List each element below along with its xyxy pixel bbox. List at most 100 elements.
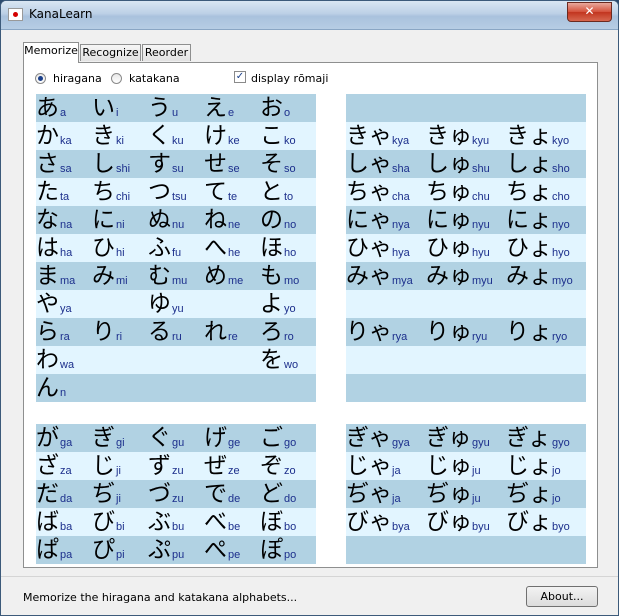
kana-cell: びょ byo [506, 508, 586, 536]
romaji-label: ya [60, 303, 72, 315]
kana-cell: ば ba [36, 508, 92, 536]
kana-cell: ぺ pe [204, 536, 260, 564]
romaji-label: zo [284, 465, 296, 477]
kana-cell: ぐ gu [148, 424, 204, 452]
app-window: KanaLearn ✕ Memorize Recognize Reorder h… [0, 0, 619, 616]
kana-cell: しゃ sha [346, 150, 426, 178]
romaji-label: pi [116, 549, 125, 561]
kana-character: う [148, 95, 171, 121]
romaji-label: mo [284, 275, 300, 287]
romaji-label: ru [172, 331, 182, 343]
kana-cell: が ga [36, 424, 92, 452]
kana-cell: うu [148, 94, 204, 122]
kana-row [346, 374, 586, 402]
romaji-label: i [116, 107, 119, 119]
kana-cell: ぢゃ ja [346, 480, 426, 508]
kana-row: た ta ち chi つ tsu て te と to [36, 178, 316, 206]
kana-cell: りゅ ryu [426, 318, 506, 346]
romaji-label: sho [552, 163, 570, 175]
about-button[interactable]: About... [526, 586, 598, 607]
kana-character: お [260, 95, 283, 121]
romaji-label: mya [392, 275, 413, 287]
kana-row: んn [36, 374, 316, 402]
kana-cell: も mo [260, 262, 316, 290]
romaji-label: ja [392, 493, 401, 505]
kana-character: りょ [506, 319, 552, 345]
kana-cell: りょ ryo [506, 318, 586, 346]
romaji-label: ze [228, 465, 240, 477]
kana-character: さ [36, 151, 59, 177]
kana-cell: ち chi [92, 178, 148, 206]
kana-character: きょ [506, 123, 552, 149]
romaji-label: kyu [472, 135, 490, 147]
kana-cell: だ da [36, 480, 92, 508]
romaji-label: ju [472, 465, 481, 477]
romaji-label: se [228, 163, 240, 175]
close-button[interactable]: ✕ [567, 2, 612, 22]
kana-character: りゅ [426, 319, 472, 345]
romaji-label: su [172, 163, 184, 175]
kana-cell: ね ne [204, 206, 260, 234]
kana-character: け [204, 123, 227, 149]
romaji-label: jo [552, 493, 561, 505]
kana-character: ち [92, 179, 115, 205]
display-romaji-checkbox[interactable]: ✓ [234, 71, 246, 83]
romaji-label: te [228, 191, 238, 203]
tab-reorder[interactable]: Reorder [142, 44, 191, 61]
kana-cell: た ta [36, 178, 92, 206]
kana-character: にゅ [426, 207, 472, 233]
kana-cell: ぶ bu [148, 508, 204, 536]
romaji-label: ko [284, 135, 296, 147]
kana-cell: じゃ ja [346, 452, 426, 480]
romaji-label: o [284, 107, 291, 119]
kana-cell: びゃ bya [346, 508, 426, 536]
kana-character: じゃ [346, 453, 392, 479]
kana-cell: け ke [204, 122, 260, 150]
romaji-label: yu [172, 303, 184, 315]
romaji-label: bi [116, 521, 125, 533]
tab-recognize[interactable]: Recognize [80, 44, 141, 61]
kana-character: じゅ [426, 453, 472, 479]
kana-character: し [92, 151, 115, 177]
kana-character: な [36, 207, 59, 233]
romaji-label: ju [472, 493, 481, 505]
tab-memorize[interactable]: Memorize [23, 42, 79, 63]
romaji-label: chu [472, 191, 490, 203]
kana-cell: ちゅ chu [426, 178, 506, 206]
kana-character: へ [204, 235, 227, 261]
kana-cell: えe [204, 94, 260, 122]
kana-character: ま [36, 263, 59, 289]
romaji-label: ryu [472, 331, 488, 343]
kana-cell: おo [260, 94, 316, 122]
kana-row: りゃ rya りゅ ryu りょ ryo [346, 318, 586, 346]
romaji-label: jo [552, 465, 561, 477]
title-bar[interactable]: KanaLearn ✕ [1, 1, 618, 30]
kana-character: ぎょ [506, 425, 551, 451]
romaji-label: ja [392, 465, 401, 477]
client-area: Memorize Recognize Reorder hiragana kata… [1, 30, 618, 615]
kana-character: ぎゃ [346, 425, 392, 451]
romaji-label: ga [60, 437, 73, 449]
kana-cell: で de [204, 480, 260, 508]
kana-cell: づ zu [148, 480, 204, 508]
kana-row: さ sa し shi す su せ se そ so [36, 150, 316, 178]
romaji-label: re [228, 331, 238, 343]
romaji-label: pu [172, 549, 185, 561]
kana-character: す [148, 151, 171, 177]
romaji-label: gyu [472, 437, 490, 449]
kana-cell: ぢ ji [92, 480, 148, 508]
kana-character: や [36, 291, 59, 317]
romaji-label: to [284, 191, 294, 203]
kana-character: ゆ [148, 291, 171, 317]
katakana-radio[interactable] [111, 73, 122, 84]
memorize-panel: hiragana katakana ✓ display rōmaji あaいiう… [23, 62, 598, 568]
kana-cell: せ se [204, 150, 260, 178]
romaji-label: bu [172, 521, 185, 533]
romaji-label: byo [552, 521, 570, 533]
hiragana-radio[interactable] [35, 73, 46, 84]
romaji-label: ka [60, 135, 72, 147]
kana-character: こ [260, 123, 283, 149]
romaji-label: sa [60, 163, 72, 175]
romaji-label: ji [116, 465, 121, 477]
romaji-label: be [228, 521, 241, 533]
